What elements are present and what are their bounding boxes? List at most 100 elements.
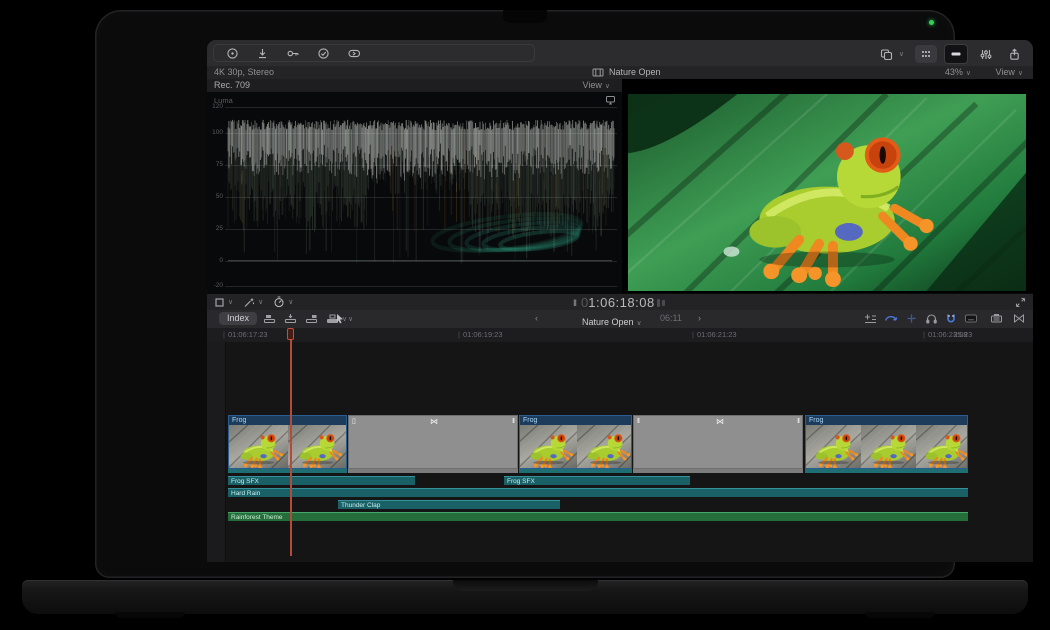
audio-meter-bar [662,300,665,306]
audio-skimming-icon[interactable] [905,313,918,324]
clip-audio-strip [228,469,347,473]
prev-clip-arrow[interactable]: ‹ [535,312,538,325]
clip-thumbnails [229,425,346,469]
snapping-magnet-icon[interactable] [945,313,957,324]
viewer-header: 4K 30p, Stereo Nature Open 43%∨ View∨ [207,66,1033,80]
import-download-icon[interactable] [252,44,273,62]
insert-edit-icon[interactable] [284,313,297,324]
ruler-label: 01:06:19:23 [463,330,503,339]
tools-menu[interactable]: ∨ [335,313,353,324]
transitions-browser-icon[interactable] [1013,313,1025,324]
fcp-window: ∨ 4K 30p, Stereo Nature Open 43%∨ View∨ [207,40,1033,562]
scopes-header: Rec. 709 View∨ [207,79,622,93]
clip-thumbnails [806,425,967,469]
audio-clip[interactable]: Thunder Clap [338,500,560,509]
timecode-display: 1:06:18:08 [588,295,654,310]
chevron-down-icon: ∨ [899,50,904,58]
retime-menu[interactable]: ∨ [273,296,293,308]
audio-clip[interactable]: Frog SFX [228,476,415,485]
timeline-ruler[interactable]: |01:06:17:23 |01:06:19:23 |01:06:21:23 |… [207,328,1033,343]
video-clip[interactable]: Frog [519,415,632,469]
audio-meter-bar [657,299,660,307]
macbook-base [22,580,1028,614]
lid-opening-scoop [453,580,598,591]
viewer-tools: ∨ ∨ ∨ [214,296,293,308]
transition-badge: ⋈ [430,418,437,425]
video-clip[interactable]: Frog [228,415,347,469]
media-import-icon[interactable] [222,44,243,62]
laptop-foot [115,612,185,618]
luma-scope: Luma 1201007550250-20 [207,92,622,293]
gap-audio-strip [348,469,518,473]
toolbar-right-group: ∨ [876,44,1025,64]
toolbar-left-group [213,44,535,62]
laptop-foot [865,612,935,618]
gap-clip[interactable]: ▯ ⋈ II [348,415,518,469]
timeline-toolbar: Index ∨ ∨ ‹ Nature Open∨ 06:11 › [207,310,1033,329]
gap-audio-strip [633,469,803,473]
inspector-toggle-icon[interactable] [975,45,997,63]
camera-notch [503,10,547,23]
project-format-label: 4K 30p, Stereo [214,66,274,79]
gap-clip[interactable]: II ⋈ II [633,415,803,469]
playhead-line[interactable] [290,328,292,556]
audio-clip[interactable]: Frog SFX [504,476,690,485]
clip-appearance-icon[interactable] [990,313,1003,324]
ruler-label: 01:06:17:23 [228,330,268,339]
transform-menu[interactable]: ∨ [214,297,233,308]
viewer-title-group: Nature Open [592,66,661,79]
luma-waveform [207,92,622,293]
ruler-label-overlap: 25:23 [954,330,973,339]
viewer-expand-icon[interactable] [1015,297,1026,308]
timecode-group[interactable]: II 0 1:06:18:08 [573,295,665,310]
project-duration: 06:11 [660,312,682,325]
audio-clip[interactable]: Hard Rain [228,488,968,497]
viewer-frog-image [628,94,1026,291]
page-background: ∨ 4K 30p, Stereo Nature Open 43%∨ View∨ [0,0,1050,630]
filmstrip-icon [592,68,604,77]
connect-edit-icon[interactable] [263,313,276,324]
keyword-editor-key-icon[interactable] [282,44,304,62]
browser-toggle-icon[interactable] [915,45,937,63]
append-edit-icon[interactable] [305,313,318,324]
viewer-title: Nature Open [609,66,661,79]
viewer-canvas [622,79,1033,293]
clip-audio-strip [805,469,968,473]
enhancements-wand-menu[interactable]: ∨ [243,297,263,308]
macbook-bezel: ∨ 4K 30p, Stereo Nature Open 43%∨ View∨ [95,10,955,578]
scopes-view-menu[interactable]: View∨ [583,79,610,93]
clip-thumbnails [520,425,631,469]
viewer-zoom-menu[interactable]: 43%∨ [945,66,971,80]
clip-title: Frog [806,416,967,425]
captions-icon[interactable] [964,313,978,324]
pause-badge: II [797,418,799,425]
viewer-view-menu[interactable]: View∨ [996,66,1023,80]
transition-badge: ⋈ [716,418,723,425]
index-button[interactable]: Index [219,312,257,325]
timeline-left-gutter [207,342,226,562]
ruler-label: 01:06:21:23 [697,330,737,339]
camera-indicator-dot [929,20,934,25]
pause-icon: II [573,298,576,308]
timeline-right-icons [857,313,1025,324]
timeline-toggle-icon[interactable] [944,44,968,64]
transport-bar: ∨ ∨ ∨ II 0 1:06:18:08 [207,293,1033,311]
pause-badge: II [637,418,639,425]
colorspace-label: Rec. 709 [214,79,250,92]
clip-title: Frog [229,416,346,425]
insert-tool-icon[interactable] [864,313,877,324]
pause-badge: II [512,418,514,425]
background-tasks-icon[interactable] [313,44,334,62]
skimming-icon[interactable] [884,313,898,324]
share-button-icon[interactable] [1004,45,1025,63]
timecode-leading: 0 [581,295,588,310]
workspaces-icon[interactable]: ∨ [876,45,908,63]
music-clip[interactable]: Rainforest Theme [228,512,968,521]
playhead-handle[interactable] [287,328,294,340]
clip-tag-icon[interactable] [343,44,366,62]
clip-audio-strip [519,469,632,473]
main-toolbar: ∨ [207,40,1033,67]
video-clip[interactable]: Frog [805,415,968,469]
solo-headphones-icon[interactable] [925,313,938,324]
next-clip-arrow[interactable]: › [698,312,701,325]
